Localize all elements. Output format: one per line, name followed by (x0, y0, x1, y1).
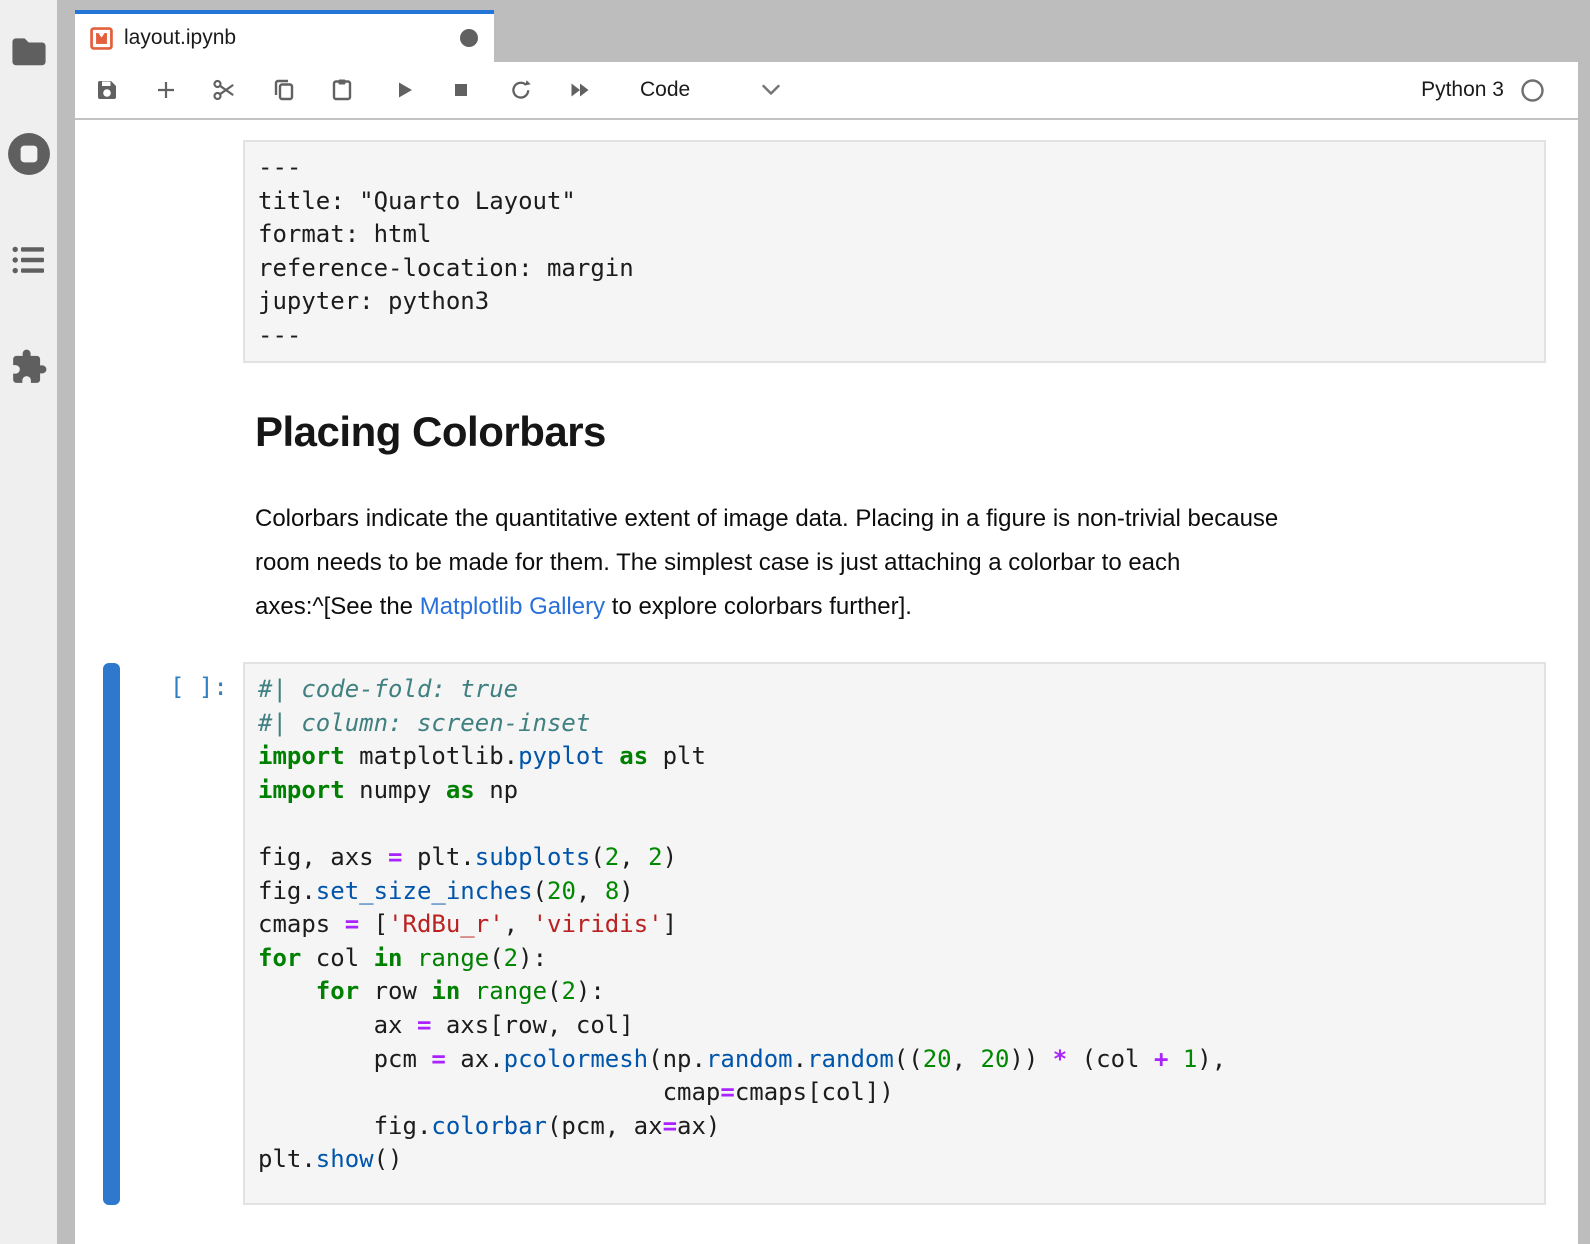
save-button[interactable] (94, 77, 120, 103)
kernel-name[interactable]: Python 3 (1421, 78, 1504, 102)
run-cell-button[interactable] (391, 77, 417, 103)
interrupt-kernel-button[interactable] (448, 77, 474, 103)
table-of-contents-icon[interactable] (0, 246, 57, 274)
window-right-gutter (1578, 0, 1590, 1244)
restart-run-all-button[interactable] (567, 77, 593, 103)
tab-layout-ipynb[interactable]: layout.ipynb (75, 10, 494, 62)
notebook-content: --- title: "Quarto Layout" format: html … (75, 120, 1578, 1244)
notebook-toolbar: Code Python 3 (75, 62, 1578, 120)
extensions-puzzle-icon[interactable] (0, 348, 57, 386)
tab-title: layout.ipynb (124, 26, 236, 50)
cell-type-value: Code (640, 78, 690, 102)
jupyterlab-window: { "window": { "tab_title": "layout.ipynb… (0, 0, 1590, 1244)
raw-yaml-text[interactable]: --- title: "Quarto Layout" format: html … (258, 151, 1544, 353)
insert-cell-button[interactable] (153, 77, 179, 103)
code-editor[interactable]: #| code-fold: true#| column: screen-inse… (258, 673, 1544, 1177)
raw-yaml-cell[interactable]: --- title: "Quarto Layout" format: html … (243, 140, 1546, 363)
markdown-paragraph: Colorbars indicate the quantitative exte… (255, 497, 1278, 629)
code-cell[interactable]: #| code-fold: true#| column: screen-inse… (243, 662, 1546, 1205)
active-cell-collapser[interactable] (103, 663, 120, 1205)
cut-cells-button[interactable] (211, 77, 237, 103)
cell-type-dropdown[interactable]: Code (640, 62, 690, 118)
kernel-idle-icon[interactable] (1520, 78, 1545, 103)
chevron-down-icon[interactable] (761, 84, 781, 97)
notebook-tab-bar: layout.ipynb (75, 0, 1578, 62)
notebook-file-icon (90, 27, 113, 50)
restart-kernel-button[interactable] (508, 77, 534, 103)
kernel-status-area: Python 3 (1421, 62, 1545, 118)
file-browser-icon[interactable] (0, 37, 57, 66)
paste-cells-button[interactable] (329, 77, 355, 103)
copy-cells-button[interactable] (271, 77, 297, 103)
matplotlib-gallery-link[interactable]: Matplotlib Gallery (420, 593, 605, 620)
left-sidebar (0, 0, 57, 1244)
unsaved-changes-dot[interactable] (460, 29, 478, 47)
main-dock-panel: layout.ipynb (75, 0, 1578, 1244)
cell-input-prompt: [ ]: (170, 671, 228, 705)
running-kernels-icon[interactable] (0, 132, 57, 176)
markdown-heading: Placing Colorbars (255, 408, 606, 456)
sidebar-splitter[interactable] (57, 0, 75, 1244)
